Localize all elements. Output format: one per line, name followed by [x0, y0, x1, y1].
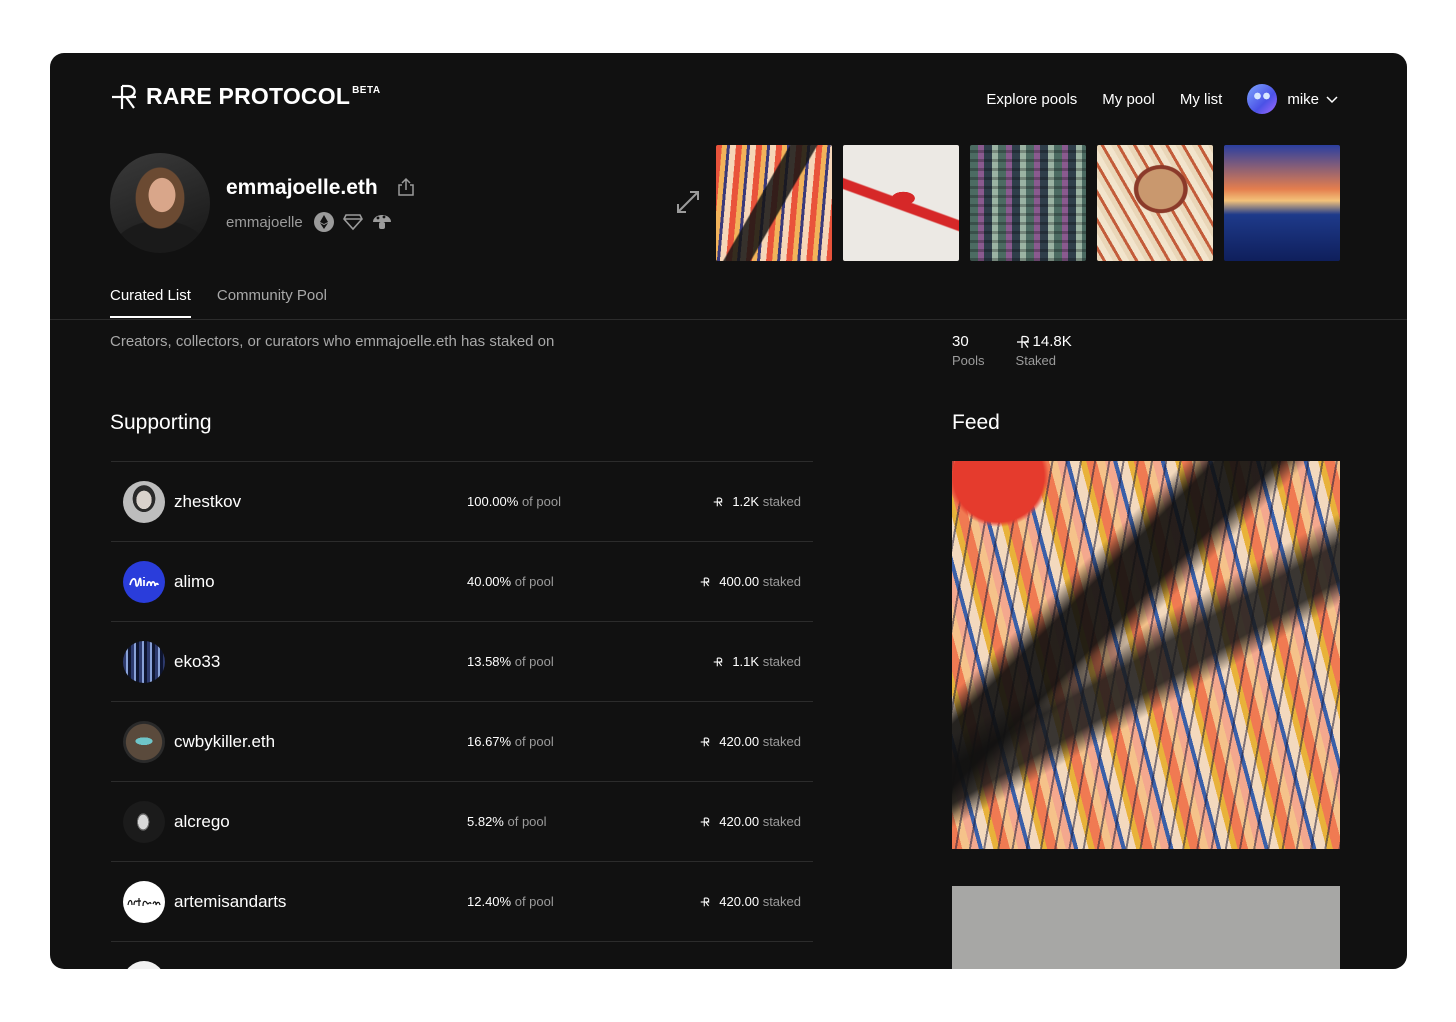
pools-value: 30	[952, 333, 969, 350]
nav-my-list[interactable]: My list	[1180, 91, 1223, 108]
list-description: Creators, collectors, or curators who em…	[110, 333, 555, 350]
top-nav: Explore pools My pool My list mike	[961, 83, 1339, 115]
row-staked: 420.00 staked	[700, 734, 801, 749]
row-staked: 420.00 staked	[700, 814, 801, 829]
table-row[interactable]	[111, 941, 813, 969]
ethereum-badge-icon[interactable]	[313, 211, 335, 233]
rare-logo-icon	[112, 84, 136, 109]
avatar	[123, 960, 165, 969]
row-name: zhestkov	[174, 491, 242, 511]
staked-label: Staked	[1015, 353, 1057, 368]
staked-value-row: 14.8K	[1016, 333, 1072, 350]
diamond-badge-icon[interactable]	[342, 211, 364, 233]
row-name: artemisandarts	[174, 891, 287, 911]
pools-label: Pools	[952, 353, 985, 368]
table-row[interactable]: artemisandarts 12.40% of pool 420.00 sta…	[111, 861, 813, 941]
app-window: RARE PROTOCOL BETA Explore pools My pool…	[50, 53, 1407, 969]
avatar	[123, 880, 165, 923]
avatar	[123, 640, 165, 683]
row-percentage: 13.58% of pool	[467, 654, 554, 669]
share-icon[interactable]	[397, 177, 415, 197]
featured-artworks	[716, 145, 1340, 261]
rare-token-icon	[701, 577, 710, 586]
tab-curated-list[interactable]: Curated List	[110, 287, 191, 318]
supporting-title: Supporting	[110, 411, 212, 434]
mushroom-badge-icon[interactable]	[371, 211, 393, 233]
feed-title: Feed	[952, 411, 1000, 434]
rare-token-icon	[1016, 335, 1029, 348]
row-staked: 1.2K staked	[713, 494, 801, 509]
row-percentage: 16.67% of pool	[467, 734, 554, 749]
staked-value: 14.8K	[1032, 333, 1072, 350]
profile-badges	[313, 211, 400, 233]
chevron-down-icon	[1326, 96, 1338, 104]
artwork-thumbnail[interactable]	[716, 145, 832, 261]
profile-handle-row: emmajoelle	[226, 211, 400, 233]
rare-protocol-logo[interactable]: RARE PROTOCOL BETA	[110, 83, 381, 110]
stats: 30 Pools 14.8K Staked	[952, 333, 1103, 368]
avatar	[123, 480, 165, 523]
beta-badge: BETA	[352, 85, 381, 96]
row-staked: 1.1K staked	[713, 654, 801, 669]
profile-name: emmajoelle.eth	[226, 176, 378, 199]
artwork-thumbnail[interactable]	[1097, 145, 1213, 261]
table-row[interactable]: cwbykiller.eth 16.67% of pool 420.00 sta…	[111, 701, 813, 781]
supporting-list: zhestkov 100.00% of pool 1.2K staked ali…	[111, 461, 813, 969]
artwork-thumbnail[interactable]	[970, 145, 1086, 261]
row-percentage: 40.00% of pool	[467, 574, 554, 589]
profile-avatar	[110, 153, 210, 253]
user-name: mike	[1287, 90, 1319, 108]
row-name: alcrego	[174, 811, 230, 831]
user-menu[interactable]: mike	[1247, 84, 1339, 114]
nav-explore-pools[interactable]: Explore pools	[986, 91, 1077, 108]
feed-artwork[interactable]	[952, 886, 1340, 969]
stat-pools: 30 Pools	[952, 333, 985, 368]
tabs-divider	[50, 319, 1407, 320]
feed-artwork[interactable]	[952, 461, 1340, 849]
logo-text: RARE PROTOCOL	[146, 83, 351, 109]
row-name: cwbykiller.eth	[174, 731, 276, 751]
profile-tabs: Curated List Community Pool	[110, 287, 353, 318]
row-percentage: 12.40% of pool	[467, 894, 554, 909]
rare-token-icon	[701, 897, 710, 906]
stat-staked: 14.8K Staked	[1016, 333, 1072, 368]
tab-community-pool[interactable]: Community Pool	[217, 287, 327, 318]
row-percentage: 5.82% of pool	[467, 814, 547, 829]
profile-handle: emmajoelle	[226, 213, 303, 231]
rare-token-icon	[701, 737, 710, 746]
avatar	[123, 720, 165, 763]
row-percentage: 100.00% of pool	[467, 494, 561, 509]
table-row[interactable]: zhestkov 100.00% of pool 1.2K staked	[111, 461, 813, 541]
avatar	[123, 800, 165, 843]
row-staked: 400.00 staked	[700, 574, 801, 589]
rare-token-icon	[714, 657, 723, 666]
artwork-thumbnail[interactable]	[1224, 145, 1340, 261]
avatar	[123, 560, 165, 603]
user-avatar	[1247, 84, 1278, 114]
row-name: eko33	[174, 651, 221, 671]
expand-icon[interactable]	[674, 188, 702, 216]
row-staked: 420.00 staked	[700, 894, 801, 909]
table-row[interactable]: alimo 40.00% of pool 400.00 staked	[111, 541, 813, 621]
nav-my-pool[interactable]: My pool	[1102, 91, 1155, 108]
table-row[interactable]: alcrego 5.82% of pool 420.00 staked	[111, 781, 813, 861]
artwork-thumbnail[interactable]	[843, 145, 959, 261]
table-row[interactable]: eko33 13.58% of pool 1.1K staked	[111, 621, 813, 701]
row-name: alimo	[174, 571, 215, 591]
rare-token-icon	[701, 817, 710, 826]
rare-token-icon	[714, 497, 723, 506]
